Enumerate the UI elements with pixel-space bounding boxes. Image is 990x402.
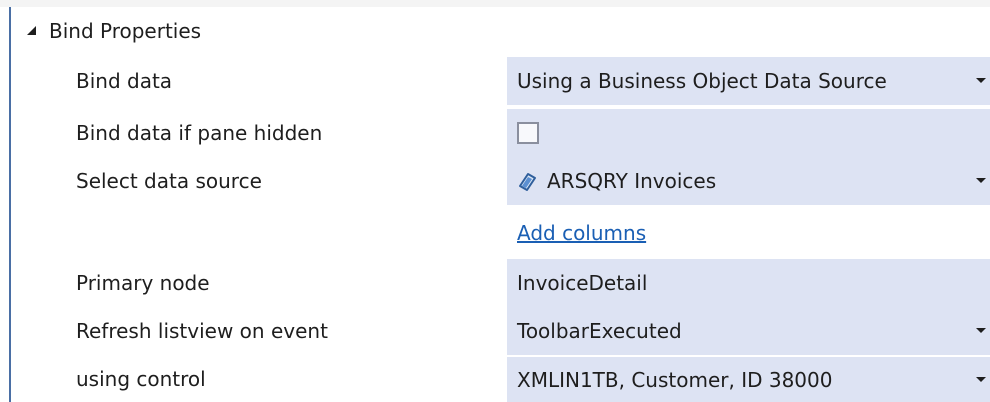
- chevron-down-icon[interactable]: [974, 74, 988, 88]
- property-value: ARSQRY Invoices: [547, 169, 717, 193]
- data-source-icon: [515, 169, 539, 193]
- chevron-down-icon[interactable]: [974, 324, 988, 338]
- property-row-bind-data-if-pane-hidden: Bind data if pane hidden: [13, 107, 990, 159]
- property-row-add-columns: Add columns: [13, 207, 990, 259]
- data-source-dropdown[interactable]: ARSQRY Invoices: [507, 157, 990, 205]
- property-row-using-control: using control XMLIN1TB, Customer, ID 380…: [13, 355, 990, 402]
- chevron-down-icon[interactable]: [974, 373, 988, 387]
- add-columns-link[interactable]: Add columns: [517, 221, 646, 245]
- property-label: Refresh listview on event: [76, 319, 328, 343]
- bind-data-dropdown[interactable]: Using a Business Object Data Source: [507, 57, 990, 105]
- refresh-event-dropdown[interactable]: ToolbarExecuted: [507, 307, 990, 355]
- top-separator: [0, 0, 990, 7]
- primary-node-field[interactable]: InvoiceDetail: [507, 259, 990, 307]
- property-label: Bind data: [76, 69, 173, 93]
- property-label: using control: [76, 366, 206, 391]
- left-accent-bar: [9, 7, 11, 402]
- chevron-down-icon[interactable]: [974, 174, 988, 188]
- property-value: Using a Business Object Data Source: [517, 69, 887, 93]
- property-row-select-data-source: Select data source ARSQRY Invoices: [13, 155, 990, 207]
- using-control-dropdown[interactable]: XMLIN1TB, Customer, ID 38000: [507, 357, 990, 402]
- property-row-primary-node: Primary node InvoiceDetail: [13, 257, 990, 309]
- property-value: XMLIN1TB, Customer, ID 38000: [517, 367, 833, 392]
- property-value: ToolbarExecuted: [517, 319, 682, 343]
- property-grid: Bind Properties Bind data Using a Busine…: [0, 0, 990, 402]
- property-value-cell: Add columns: [507, 209, 990, 257]
- collapse-triangle-icon[interactable]: [25, 24, 39, 39]
- property-label: Select data source: [76, 169, 262, 193]
- property-label: Bind data if pane hidden: [76, 121, 323, 145]
- bind-hidden-checkbox[interactable]: [517, 122, 539, 144]
- property-label: Primary node: [76, 271, 210, 295]
- property-row-refresh-listview: Refresh listview on event ToolbarExecute…: [13, 305, 990, 357]
- property-value-cell: [507, 109, 990, 157]
- property-row-bind-data: Bind data Using a Business Object Data S…: [13, 55, 990, 107]
- section-header-bind-properties[interactable]: Bind Properties: [13, 7, 990, 55]
- property-value: InvoiceDetail: [517, 271, 648, 295]
- section-title: Bind Properties: [49, 19, 202, 43]
